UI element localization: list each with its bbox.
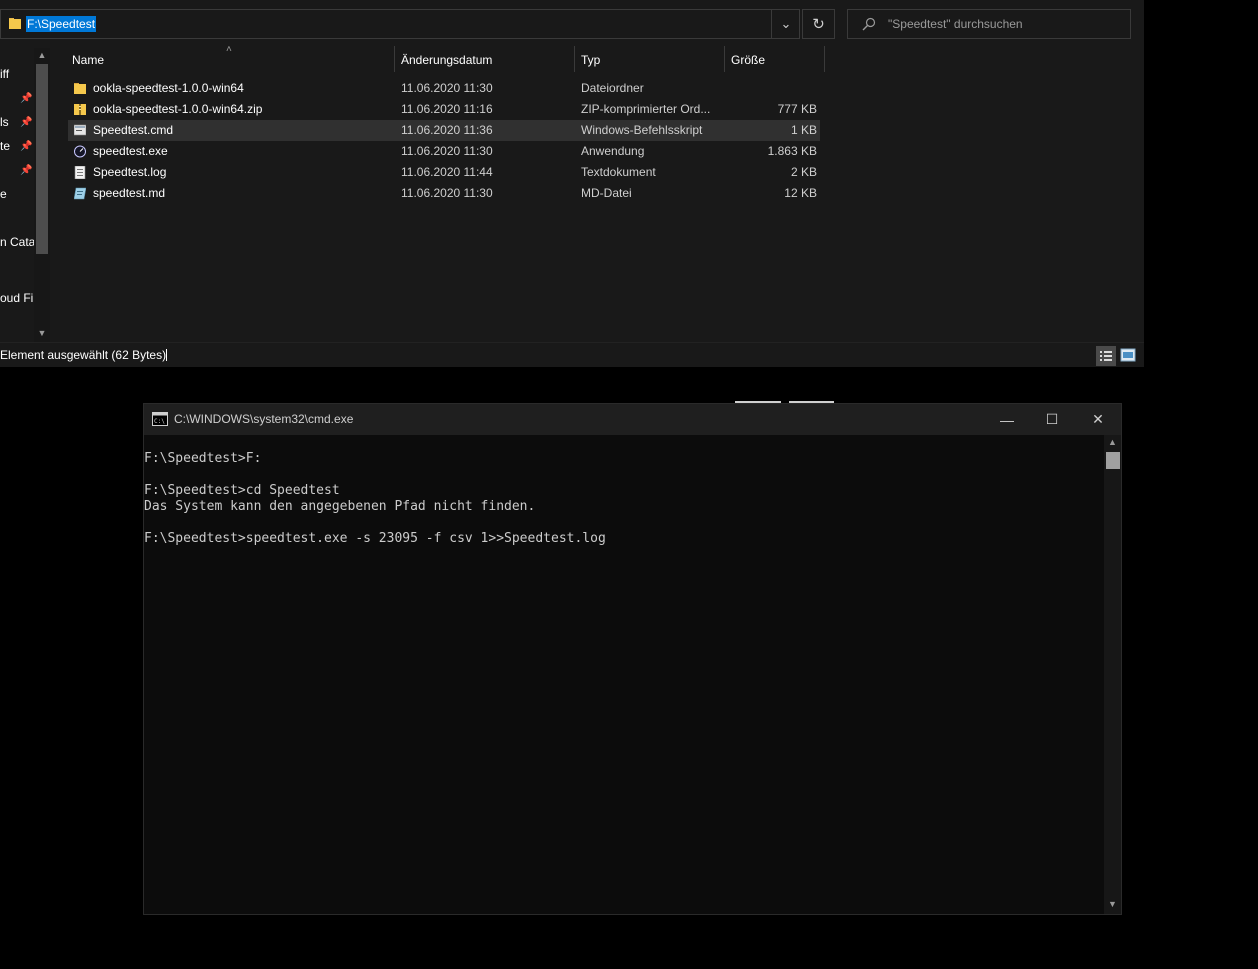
minimize-button[interactable]: — (984, 404, 1030, 435)
sort-ascending-icon: ˄ (226, 44, 232, 55)
console-line: F:\Speedtest>speedtest.exe -s 23095 -f c… (144, 531, 606, 546)
large-icons-view-icon[interactable] (1120, 346, 1136, 364)
column-header-size[interactable]: Größe (731, 53, 765, 67)
file-size: 12 KB (784, 186, 817, 200)
search-icon (862, 17, 876, 31)
file-date: 11.06.2020 11:16 (401, 102, 493, 116)
file-explorer-window: F:\Speedtest ⌄ ↻ "Speedtest" durchsuchen… (0, 0, 1144, 367)
status-text: Element ausgewählt (62 Bytes) (0, 348, 167, 362)
pin-icon: 📌 (20, 93, 33, 104)
column-divider[interactable] (574, 46, 575, 72)
pin-icon: 📌 (20, 117, 33, 128)
file-date: 11.06.2020 11:30 (401, 186, 493, 200)
pin-icon: 📌 (20, 165, 33, 176)
address-history-dropdown[interactable]: ⌄ (771, 9, 800, 39)
refresh-button[interactable]: ↻ (802, 9, 835, 39)
file-row[interactable]: speedtest.md 11.06.2020 11:30 MD-Datei 1… (68, 183, 820, 204)
scroll-up-icon[interactable]: ▲ (1104, 437, 1121, 447)
file-name: ookla-speedtest-1.0.0-win64 (93, 81, 244, 95)
status-bar: Element ausgewählt (62 Bytes) (0, 342, 1144, 367)
file-date: 11.06.2020 11:30 (401, 144, 493, 158)
file-row[interactable]: ookla-speedtest-1.0.0-win64.zip 11.06.20… (68, 99, 820, 120)
file-row[interactable]: Speedtest.log 11.06.2020 11:44 Textdokum… (68, 162, 820, 183)
file-date: 11.06.2020 11:36 (401, 123, 493, 137)
console-output[interactable]: F:\Speedtest>F: F:\Speedtest>cd Speedtes… (144, 435, 1104, 914)
column-divider[interactable] (394, 46, 395, 72)
file-date: 11.06.2020 11:30 (401, 81, 493, 95)
file-size: 777 KB (777, 102, 817, 116)
pin-icon: 📌 (20, 141, 33, 152)
column-divider[interactable] (724, 46, 725, 72)
file-name: ookla-speedtest-1.0.0-win64.zip (93, 102, 263, 116)
folder-icon (9, 18, 21, 29)
search-placeholder: "Speedtest" durchsuchen (888, 17, 1023, 31)
command-prompt-window: C:\ C:\WINDOWS\system32\cmd.exe — ☐ ✕ F:… (143, 403, 1122, 915)
nav-item-label[interactable]: te (0, 139, 10, 153)
column-divider[interactable] (824, 46, 825, 72)
cmd-titlebar[interactable]: C:\ C:\WINDOWS\system32\cmd.exe — ☐ ✕ (144, 404, 1121, 435)
file-size: 2 KB (790, 165, 817, 179)
nav-item-label[interactable]: n Catal (0, 235, 38, 249)
scroll-down-icon[interactable]: ▼ (1104, 899, 1121, 909)
file-date: 11.06.2020 11:44 (401, 165, 493, 179)
console-text: F:\Speedtest>F: F:\Speedtest>cd Speedtes… (144, 451, 606, 547)
scroll-down-icon[interactable]: ▼ (34, 328, 50, 338)
maximize-icon: ☐ (1045, 411, 1059, 427)
search-input[interactable]: "Speedtest" durchsuchen (847, 9, 1131, 39)
minimize-icon: — (1000, 411, 1014, 428)
nav-item-label[interactable]: oud Fil (0, 291, 36, 305)
speedtest-app-icon (74, 145, 86, 158)
console-line: F:\Speedtest>F: (144, 451, 262, 466)
file-name: speedtest.exe (93, 144, 168, 158)
file-type: Textdokument (581, 165, 656, 179)
file-size: 1.863 KB (767, 144, 817, 158)
column-header-date[interactable]: Änderungsdatum (401, 53, 492, 67)
file-type: Anwendung (581, 144, 645, 158)
file-name: speedtest.md (93, 186, 166, 200)
svg-text:C:\: C:\ (154, 418, 165, 425)
file-type: Dateiordner (581, 81, 644, 95)
nav-item-label[interactable]: iff (0, 67, 9, 81)
file-name: Speedtest.cmd (93, 123, 174, 137)
text-document-icon (74, 166, 86, 179)
folder-icon (74, 83, 86, 94)
file-row[interactable]: ookla-speedtest-1.0.0-win64 11.06.2020 1… (68, 78, 820, 99)
column-header-type[interactable]: Typ (581, 53, 600, 67)
console-scrollbar-thumb[interactable] (1106, 452, 1120, 469)
details-view-icon[interactable] (1096, 346, 1116, 366)
script-icon (74, 124, 86, 136)
cmd-title: C:\WINDOWS\system32\cmd.exe (174, 412, 354, 426)
close-button[interactable]: ✕ (1075, 404, 1121, 435)
column-header-name[interactable]: Name (72, 53, 104, 67)
file-row[interactable]: speedtest.exe 11.06.2020 11:30 Anwendung… (68, 141, 820, 162)
refresh-icon: ↻ (812, 16, 825, 33)
console-line: F:\Speedtest>cd Speedtest (144, 483, 340, 498)
chevron-down-icon: ⌄ (780, 16, 792, 31)
close-icon: ✕ (1092, 411, 1104, 427)
file-row-selected[interactable]: Speedtest.cmd 11.06.2020 11:36 Windows-B… (68, 120, 820, 141)
file-size: 1 KB (790, 123, 817, 137)
md-file-icon (74, 187, 86, 200)
nav-scrollbar-thumb[interactable] (36, 64, 48, 254)
address-bar[interactable]: F:\Speedtest (0, 9, 800, 39)
scroll-up-icon[interactable]: ▲ (34, 50, 50, 60)
console-line: Das System kann den angegebenen Pfad nic… (144, 499, 536, 514)
nav-item-label[interactable]: e (0, 187, 7, 201)
file-name: Speedtest.log (93, 165, 167, 179)
file-type: MD-Datei (581, 186, 632, 200)
address-path[interactable]: F:\Speedtest (26, 16, 97, 32)
file-type: Windows-Befehlsskript (581, 123, 703, 137)
cmd-icon: C:\ (152, 412, 168, 426)
console-scrollbar[interactable]: ▲ ▼ (1104, 435, 1121, 914)
status-separator (166, 349, 167, 361)
maximize-button[interactable]: ☐ (1029, 404, 1075, 435)
nav-item-label[interactable]: ls (0, 115, 9, 129)
column-headers: Name Änderungsdatum Typ Größe (52, 46, 1144, 72)
zip-folder-icon (74, 104, 86, 115)
file-type: ZIP-komprimierter Ord... (581, 102, 711, 116)
